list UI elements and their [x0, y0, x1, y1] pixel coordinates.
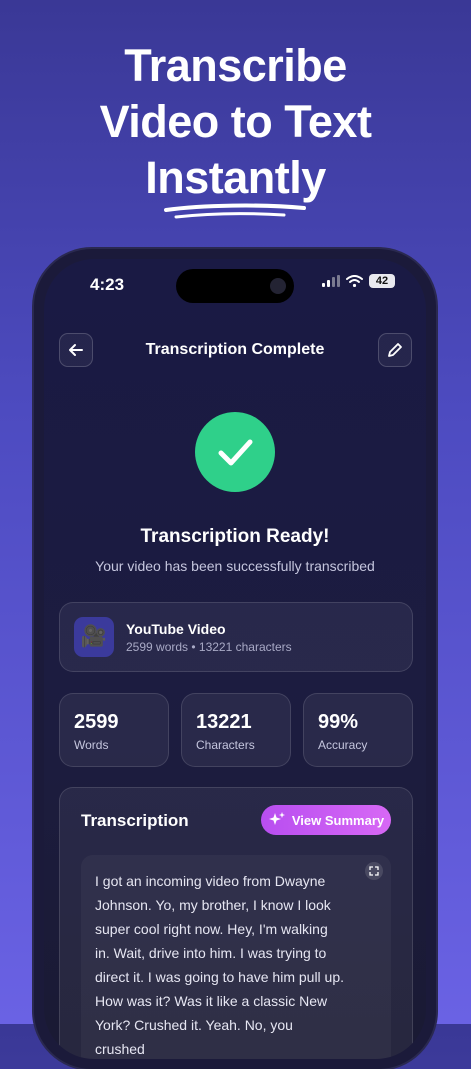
stat-label: Characters [196, 738, 255, 752]
stat-accuracy: 99% Accuracy [303, 693, 413, 767]
video-card[interactable]: 🎥 YouTube Video 2599 words • 13221 chara… [59, 602, 413, 672]
sparkles-icon [268, 812, 285, 825]
status-icons: 42 [322, 274, 395, 288]
transcription-text-box[interactable]: I got an incoming video from Dwayne John… [81, 855, 391, 1059]
transcription-text: I got an incoming video from Dwayne John… [95, 873, 345, 1057]
view-summary-label: View Summary [291, 812, 385, 828]
success-check [195, 412, 275, 492]
headline-underline [164, 203, 306, 219]
expand-button[interactable] [365, 862, 383, 880]
headline: Transcribe Video to Text Instantly [0, 38, 471, 206]
nav-title: Transcription Complete [145, 341, 325, 358]
stat-characters: 13221 Characters [181, 693, 291, 767]
dynamic-island [176, 269, 294, 303]
view-summary-button[interactable]: View Summary [261, 805, 391, 835]
result-subtitle: Your video has been successfully transcr… [95, 558, 375, 574]
stat-value: 2599 [74, 711, 119, 733]
video-meta: 2599 words • 13221 characters [126, 640, 292, 654]
movie-camera-icon: 🎥 [74, 617, 114, 657]
headline-line-3: Instantly [145, 152, 326, 203]
edit-button[interactable] [378, 333, 412, 367]
signal-icon [322, 275, 340, 287]
transcription-card: Transcription View Summary I got an inco… [59, 787, 413, 1059]
headline-line-2: Video to Text [99, 96, 372, 147]
stat-value: 99% [318, 711, 359, 733]
stat-words: 2599 Words [59, 693, 169, 767]
wifi-icon [346, 275, 363, 287]
stat-label: Accuracy [318, 738, 368, 752]
checkmark-icon [218, 439, 253, 466]
battery-icon: 42 [369, 274, 395, 288]
pencil-icon [388, 343, 402, 357]
transcription-title: Transcription [81, 811, 189, 830]
video-title: YouTube Video [126, 621, 226, 637]
stat-label: Words [74, 738, 109, 752]
phone-screen: 4:23 42 Transcription Complete Transcrip… [44, 259, 426, 1059]
expand-icon [369, 866, 379, 876]
headline-line-1: Transcribe [124, 40, 347, 91]
result-title: Transcription Ready! [140, 526, 330, 547]
status-time: 4:23 [90, 275, 125, 294]
camera-icon [270, 278, 286, 294]
stat-value: 13221 [196, 711, 252, 733]
